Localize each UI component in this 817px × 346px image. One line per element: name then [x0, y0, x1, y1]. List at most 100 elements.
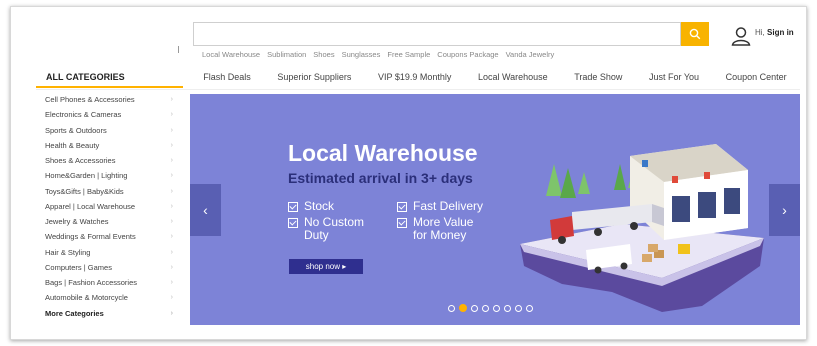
- category-item[interactable]: Bags | Fashion Accessories ›: [36, 275, 183, 290]
- nav-local-warehouse[interactable]: Local Warehouse: [478, 72, 548, 82]
- feature-text: More Value for Money: [413, 216, 473, 242]
- all-categories-header[interactable]: ALL CATEGORIES: [36, 66, 183, 88]
- carousel-dot[interactable]: [482, 304, 489, 312]
- chevron-right-icon: ›: [170, 218, 173, 226]
- nav-flash-deals[interactable]: Flash Deals: [203, 72, 251, 82]
- category-label: Health & Beauty: [45, 140, 100, 150]
- chevron-left-icon: ‹: [203, 202, 208, 218]
- category-label: Home&Garden | Lighting: [45, 171, 128, 181]
- search-input[interactable]: [194, 23, 680, 45]
- carousel-next-button[interactable]: ›: [769, 184, 800, 236]
- category-item[interactable]: Electronics & Cameras ›: [36, 107, 183, 122]
- category-label: Apparel | Local Warehouse: [45, 201, 136, 211]
- carousel-dot[interactable]: [448, 304, 455, 312]
- nav-trade-show[interactable]: Trade Show: [574, 72, 622, 82]
- carousel-prev-button[interactable]: ‹: [190, 184, 221, 236]
- user-account[interactable]: Hi, Sign in: [731, 26, 794, 46]
- feature-more-value: More Value for Money: [397, 216, 473, 242]
- user-greeting: Hi, Sign in: [755, 28, 794, 37]
- category-item[interactable]: Sports & Outdoors ›: [36, 123, 183, 138]
- search-box[interactable]: [193, 22, 681, 46]
- more-categories-link[interactable]: More Categories ›: [36, 306, 183, 321]
- hot-word-link[interactable]: Coupons Package: [437, 50, 498, 59]
- checkbox-icon: [288, 202, 298, 212]
- category-label: Toys&Gifts | Baby&Kids: [45, 186, 124, 196]
- checkbox-icon: [397, 218, 407, 228]
- hero-banner[interactable]: Local Warehouse Estimated arrival in 3+ …: [190, 94, 800, 325]
- sign-in-link[interactable]: Sign in: [767, 28, 794, 37]
- category-label: More Categories: [45, 308, 104, 318]
- chevron-right-icon: ›: [170, 111, 173, 119]
- category-label: Weddings & Formal Events: [45, 232, 136, 242]
- category-item[interactable]: Computers | Games ›: [36, 260, 183, 275]
- feature-text: No Custom Duty: [304, 216, 364, 242]
- category-label: Jewelry & Watches: [45, 217, 109, 227]
- hot-word-link[interactable]: Vanda Jewelry: [506, 50, 555, 59]
- category-item[interactable]: Jewelry & Watches ›: [36, 214, 183, 229]
- hot-word-link[interactable]: Shoes: [313, 50, 334, 59]
- category-item[interactable]: Apparel | Local Warehouse ›: [36, 199, 183, 214]
- feature-text: Fast Delivery: [413, 200, 483, 213]
- hot-words: Local Warehouse Sublimation Shoes Sungla…: [202, 50, 554, 59]
- hot-word-link[interactable]: Sublimation: [267, 50, 306, 59]
- carousel-dot[interactable]: [459, 304, 467, 312]
- category-item[interactable]: Weddings & Formal Events ›: [36, 229, 183, 244]
- chevron-right-icon: ›: [170, 172, 173, 180]
- chevron-right-icon: ›: [170, 96, 173, 104]
- category-item[interactable]: Automobile & Motorcycle ›: [36, 290, 183, 305]
- feature-line: Fast Delivery: [413, 199, 484, 213]
- category-label: Computers | Games: [45, 262, 112, 272]
- category-item[interactable]: Hair & Styling ›: [36, 245, 183, 260]
- carousel-indicators: [448, 304, 533, 312]
- greeting-text: Hi,: [755, 28, 765, 37]
- carousel-dot[interactable]: [504, 304, 511, 312]
- feature-line: More Value: [413, 215, 474, 229]
- category-label: Cell Phones & Accessories: [45, 95, 135, 105]
- banner-subtitle: Estimated arrival in 3+ days: [288, 170, 473, 186]
- hot-word-link[interactable]: Free Sample: [387, 50, 430, 59]
- category-item[interactable]: Home&Garden | Lighting ›: [36, 168, 183, 183]
- feature-line: Duty: [304, 228, 329, 242]
- hot-word-link[interactable]: Local Warehouse: [202, 50, 260, 59]
- category-item[interactable]: Health & Beauty ›: [36, 138, 183, 153]
- category-item[interactable]: Toys&Gifts | Baby&Kids ›: [36, 184, 183, 199]
- feature-fast-delivery: Fast Delivery: [397, 200, 483, 213]
- category-sidebar: Cell Phones & Accessories › Electronics &…: [36, 92, 183, 321]
- chevron-right-icon: ›: [170, 248, 173, 256]
- checkbox-icon: [288, 218, 298, 228]
- feature-line: No Custom: [304, 215, 365, 229]
- shop-now-button[interactable]: shop now ▸: [289, 259, 363, 274]
- nav-just-for-you[interactable]: Just For You: [649, 72, 699, 82]
- category-label: Shoes & Accessories: [45, 156, 116, 166]
- nav-vip-monthly[interactable]: VIP $19.9 Monthly: [378, 72, 451, 82]
- feature-line: for Money: [413, 228, 467, 242]
- category-label: Automobile & Motorcycle: [45, 293, 128, 303]
- feature-line: Stock: [304, 199, 335, 213]
- chevron-right-icon: ›: [170, 202, 173, 210]
- category-label: Electronics & Cameras: [45, 110, 122, 120]
- chevron-right-icon: ›: [170, 187, 173, 195]
- nav-divider: [36, 89, 800, 90]
- category-label: Hair & Styling: [45, 247, 91, 257]
- nav-superior-suppliers[interactable]: Superior Suppliers: [277, 72, 351, 82]
- chevron-right-icon: ›: [170, 126, 173, 134]
- category-item[interactable]: Shoes & Accessories ›: [36, 153, 183, 168]
- hot-word-link[interactable]: Sunglasses: [342, 50, 381, 59]
- feature-no-custom-duty: No Custom Duty: [288, 216, 364, 242]
- carousel-dot[interactable]: [515, 304, 522, 312]
- user-icon: [731, 27, 751, 46]
- feature-stock: Stock: [288, 200, 334, 213]
- divider: [178, 46, 179, 53]
- chevron-right-icon: ›: [170, 157, 173, 165]
- chevron-right-icon: ›: [170, 294, 173, 302]
- search-button[interactable]: [681, 22, 709, 46]
- carousel-dot[interactable]: [493, 304, 500, 312]
- nav-coupon-center[interactable]: Coupon Center: [726, 72, 787, 82]
- chevron-right-icon: ›: [782, 202, 787, 218]
- category-label: Bags | Fashion Accessories: [45, 278, 137, 288]
- carousel-dot[interactable]: [471, 304, 478, 312]
- carousel-dot[interactable]: [526, 304, 533, 312]
- chevron-right-icon: ›: [170, 141, 173, 149]
- top-nav: Flash Deals Superior Suppliers VIP $19.9…: [190, 66, 800, 88]
- category-item[interactable]: Cell Phones & Accessories ›: [36, 92, 183, 107]
